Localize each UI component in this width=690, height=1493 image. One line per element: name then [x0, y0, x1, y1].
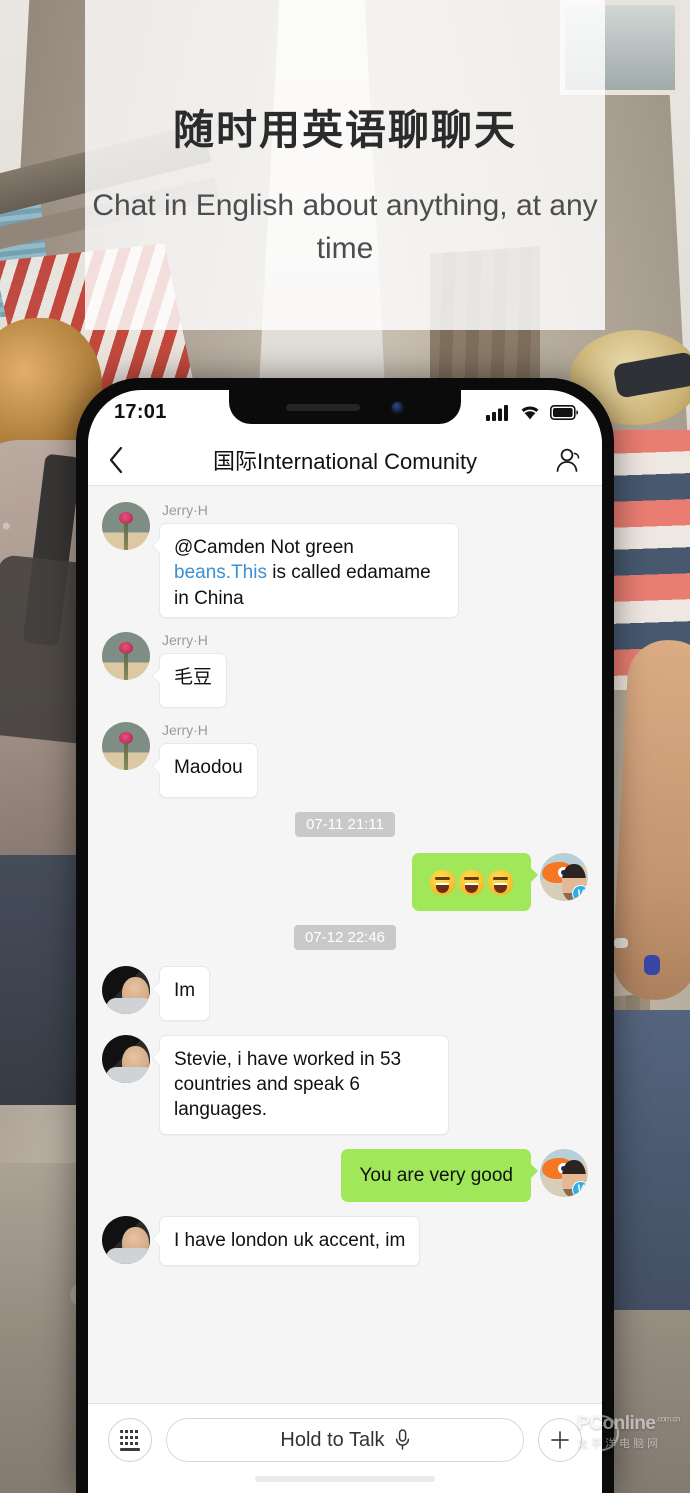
front-camera-icon	[389, 399, 405, 415]
chat-input-bar: Hold to Talk	[88, 1403, 602, 1493]
status-bar-clock: 17:01	[114, 400, 167, 423]
verified-badge: V	[572, 885, 588, 901]
group-members-icon	[556, 448, 580, 472]
chat-navigation-bar: 国际International Comunity	[88, 434, 602, 486]
laughing-face-emoji	[488, 869, 513, 895]
chat-message-row: Stevie, i have worked in 53 countries an…	[102, 1034, 588, 1135]
back-chevron-icon	[109, 446, 123, 473]
flower-vase-avatar[interactable]	[102, 722, 150, 770]
message-bubble[interactable]: Stevie, i have worked in 53 countries an…	[159, 1034, 449, 1135]
message-bubble[interactable]: You are very good	[341, 1148, 538, 1203]
message-sender-name: Jerry·H	[162, 632, 208, 648]
chat-message-row: I have london uk accent, im	[102, 1216, 588, 1266]
keyboard-toggle-button[interactable]	[108, 1418, 152, 1462]
message-sender-name: Jerry·H	[162, 722, 208, 738]
fish-woman-avatar[interactable]: V	[540, 1148, 588, 1197]
chat-timestamp-divider: 07-12 22:46	[102, 924, 588, 950]
keyboard-icon	[120, 1429, 140, 1451]
verified-badge: V	[572, 1180, 588, 1197]
hero-headline-chinese: 随时用英语聊聊天	[173, 107, 517, 153]
message-link-text[interactable]: beans.This	[174, 562, 267, 583]
message-bubble[interactable]: 毛豆	[159, 653, 228, 708]
plus-icon	[551, 1431, 569, 1449]
flower-vase-avatar[interactable]	[102, 632, 150, 680]
phone-mockup: 17:01 国际International Comunity Jerry·H @…	[76, 378, 614, 1493]
microphone-icon	[395, 1429, 409, 1450]
message-text-before: @Camden Not green	[174, 537, 354, 558]
message-bubble[interactable]	[412, 853, 538, 911]
chat-message-row: Im	[102, 965, 588, 1021]
earpiece-speaker-icon	[285, 403, 360, 411]
chat-message-row: Jerry·H 毛豆	[102, 632, 588, 708]
chat-message-list[interactable]: Jerry·H @Camden Not green beans.This is …	[88, 486, 602, 1425]
chat-message-row: V	[102, 853, 588, 911]
chat-timestamp-divider: 07-11 21:11	[102, 812, 588, 837]
chat-message-row: Jerry·H @Camden Not green beans.This is …	[102, 502, 588, 618]
chat-message-row: Jerry·H Maodou	[102, 722, 588, 798]
fish-woman-avatar[interactable]: V	[540, 853, 588, 901]
timestamp-label: 07-12 22:46	[293, 924, 397, 950]
hold-to-talk-label: Hold to Talk	[280, 1428, 385, 1451]
man-selfie-avatar[interactable]	[102, 1034, 150, 1083]
timestamp-label: 07-11 21:11	[295, 812, 395, 837]
message-bubble[interactable]: Im	[159, 965, 211, 1021]
hero-text-panel: 随时用英语聊聊天 Chat in English about anything,…	[85, 0, 605, 330]
home-indicator	[255, 1476, 435, 1482]
flower-vase-avatar[interactable]	[102, 502, 150, 550]
message-sender-name: Jerry·H	[162, 502, 208, 518]
more-actions-button[interactable]	[538, 1418, 582, 1462]
hero-subheadline-english: Chat in English about anything, at any t…	[92, 189, 598, 265]
hold-to-talk-button[interactable]: Hold to Talk	[166, 1418, 524, 1462]
phone-notch	[229, 390, 461, 424]
message-bubble[interactable]: @Camden Not green beans.This is called e…	[159, 523, 459, 618]
back-button[interactable]	[108, 446, 142, 474]
man-selfie-avatar[interactable]	[102, 965, 150, 1014]
status-bar-icons	[486, 404, 578, 421]
chat-message-row: You are very good V	[102, 1148, 588, 1203]
group-members-button[interactable]	[548, 445, 582, 475]
laughing-face-emoji	[459, 869, 484, 895]
message-bubble[interactable]: I have london uk accent, im	[159, 1216, 421, 1266]
laughing-face-emoji	[430, 869, 455, 895]
cellular-signal-icon	[486, 404, 508, 421]
wifi-icon	[521, 406, 539, 419]
phone-screen: 17:01 国际International Comunity Jerry·H @…	[88, 390, 602, 1493]
battery-full-icon	[550, 404, 578, 420]
man-selfie-avatar[interactable]	[102, 1216, 150, 1265]
message-bubble[interactable]: Maodou	[159, 743, 258, 798]
page-title: 国际International Comunity	[212, 448, 478, 474]
